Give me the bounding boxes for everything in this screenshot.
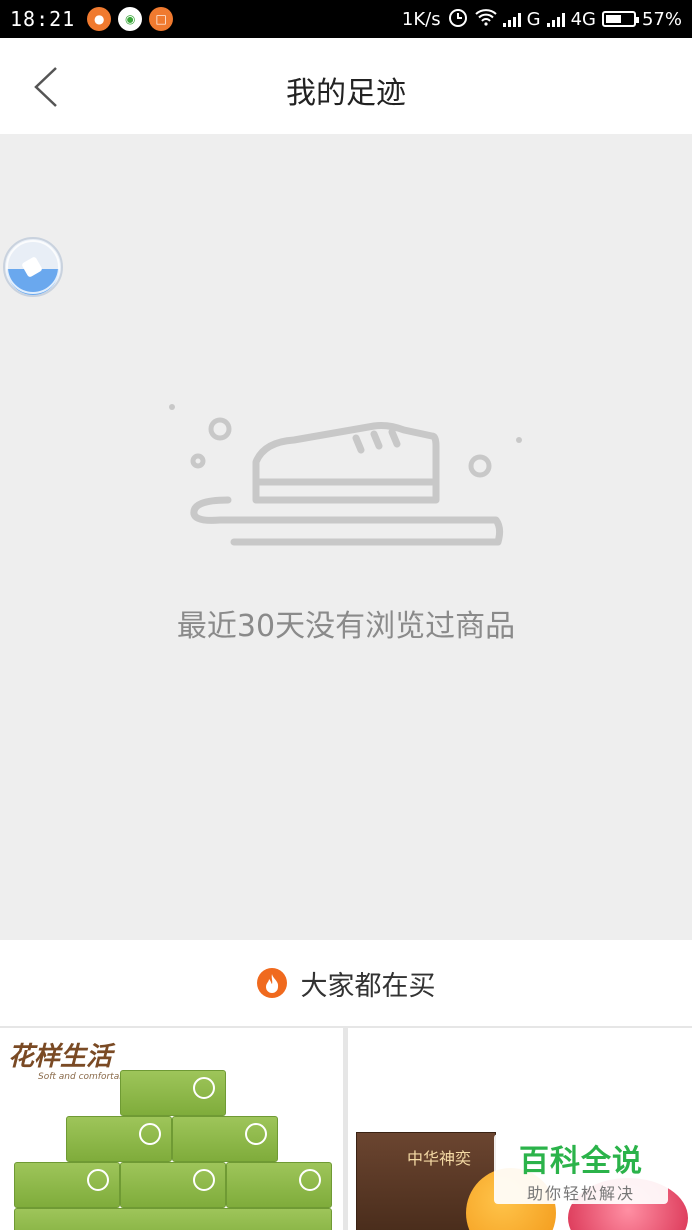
battery-fill [605,15,621,23]
notification-app-icon: ● [87,7,112,31]
signal-icon-2 [546,11,565,27]
watermark-logo: 百科全说 助你轻松解决 [494,1134,668,1204]
product-card[interactable]: 花样生活 Soft and comfortable [0,1028,343,1230]
alarm-icon [447,6,469,33]
status-time: 18:21 [10,7,76,31]
product-image-tissue [120,1162,226,1208]
product-image-tissue [14,1208,332,1230]
notification-app-icon-2: □ [149,7,174,31]
product-image-tissue [226,1162,332,1208]
product-brand-text: 花样生活 [8,1042,113,1072]
fire-icon [256,968,287,998]
recommend-title: 大家都在买 [300,970,436,1002]
product-brand-subtitle: Soft and comfortable [38,1072,133,1082]
status-bar: 18:21 ● ◉ □ 1K/s G 4G 57% [0,0,692,38]
recommend-header: 大家都在买 [0,940,692,1026]
battery-percent: 57% [641,8,682,30]
network-type-g: G [526,8,541,30]
wechat-icon: ◉ [118,7,143,31]
signal-icon [502,11,521,27]
product-box-label: 中华神奕 [407,1149,472,1168]
empty-state-message: 最近30天没有浏览过商品 [176,609,516,644]
battery-icon [601,11,639,27]
status-right-group: 1K/s G 4G 57% [402,6,682,33]
page-title: 我的足迹 [286,76,406,111]
network-type-4g: 4G [570,8,596,30]
product-image-tissue [120,1070,226,1116]
watermark-subtitle: 助你轻松解决 [526,1184,635,1203]
net-speed: 1K/s [401,8,441,30]
assistant-ball-icon [3,237,63,297]
product-image-tissue [14,1162,120,1208]
footprint-shoe-icon [169,404,522,546]
nav-bar: 我的足迹 [0,38,692,134]
product-image-tissue [172,1116,278,1162]
floating-assistant-button[interactable] [2,236,64,298]
wifi-icon [474,8,497,31]
watermark-title: 百科全说 [519,1144,643,1179]
product-image-tissue [66,1116,172,1162]
